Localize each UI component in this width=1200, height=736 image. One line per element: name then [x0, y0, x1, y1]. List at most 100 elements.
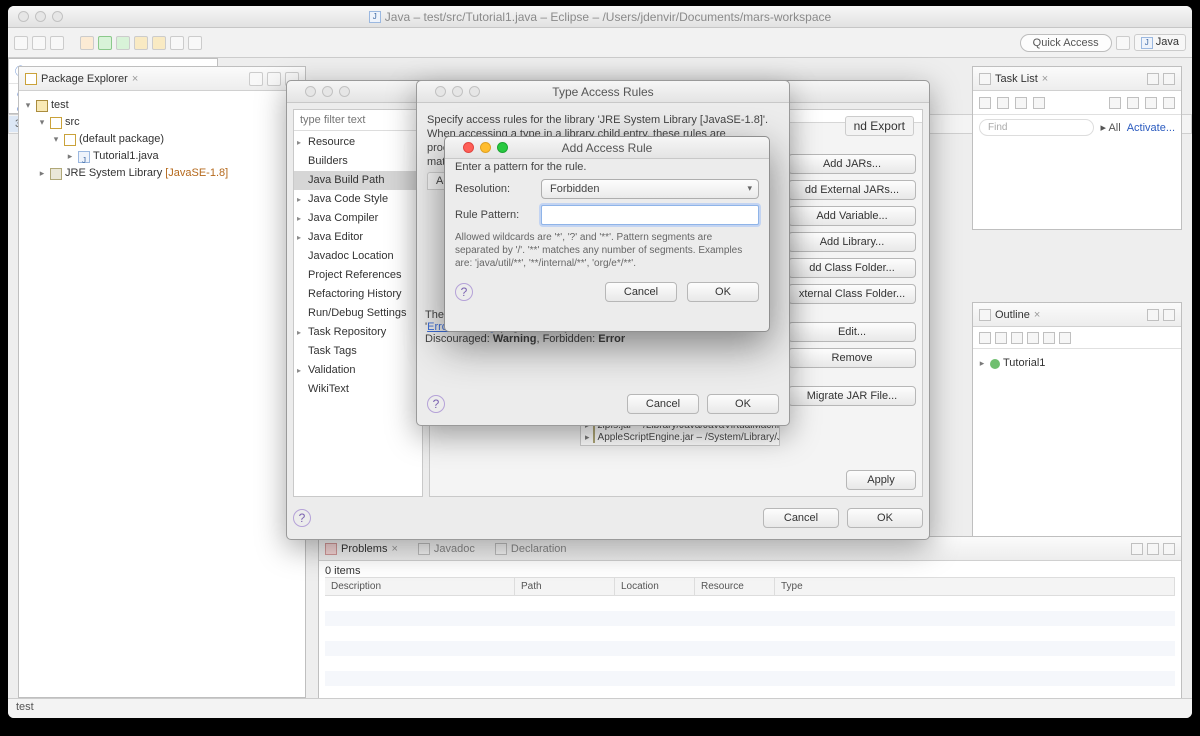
declaration-tab[interactable]: Declaration	[511, 543, 567, 555]
sync-icon[interactable]	[1033, 97, 1045, 109]
ok-button[interactable]: OK	[687, 282, 759, 302]
collapse-all-icon[interactable]	[249, 72, 263, 86]
new-task-icon[interactable]	[979, 97, 991, 109]
outline-class-node[interactable]: ▸Tutorial1	[977, 355, 1177, 372]
quick-access-field[interactable]: Quick Access	[1020, 34, 1112, 52]
hide-nonpublic-icon[interactable]	[1027, 332, 1039, 344]
hide-static-icon[interactable]	[1011, 332, 1023, 344]
minimize-icon[interactable]	[452, 86, 463, 97]
maximize-icon[interactable]	[1163, 73, 1175, 85]
cancel-button[interactable]: Cancel	[627, 394, 699, 414]
sort-icon[interactable]	[979, 332, 991, 344]
debug-icon[interactable]	[80, 36, 94, 50]
save-icon[interactable]	[32, 36, 46, 50]
filter-icon[interactable]	[1109, 97, 1121, 109]
property-category-java-compiler[interactable]: Java Compiler	[294, 209, 422, 228]
search-icon[interactable]	[188, 36, 202, 50]
close-icon[interactable]	[463, 142, 474, 153]
filter-input[interactable]	[294, 110, 422, 131]
run-icon[interactable]	[98, 36, 112, 50]
edit-button[interactable]: Edit...	[788, 322, 916, 342]
add-jars-button[interactable]: Add JARs...	[788, 154, 916, 174]
new-package-icon[interactable]	[134, 36, 148, 50]
link-editor-icon[interactable]	[267, 72, 281, 86]
add-variable-button[interactable]: Add Variable...	[788, 206, 916, 226]
run-last-icon[interactable]	[116, 36, 130, 50]
minimize-icon[interactable]	[480, 142, 491, 153]
minimize-icon[interactable]	[1147, 543, 1159, 555]
open-type-icon[interactable]	[170, 36, 184, 50]
close-icon[interactable]	[435, 86, 446, 97]
hide-local-icon[interactable]	[1043, 332, 1055, 344]
project-node[interactable]: ▾test	[23, 97, 301, 114]
categorize-icon[interactable]	[997, 97, 1009, 109]
presentation-icon[interactable]	[1163, 97, 1175, 109]
show-all-link[interactable]: ▸ All	[1100, 121, 1120, 134]
property-category-project-references[interactable]: Project References	[294, 266, 422, 285]
add-external-jars-button[interactable]: dd External JARs...	[788, 180, 916, 200]
task-find-input[interactable]: Find	[979, 119, 1094, 136]
property-category-resource[interactable]: Resource	[294, 133, 422, 152]
zoom-icon[interactable]	[469, 86, 480, 97]
remove-button[interactable]: Remove	[788, 348, 916, 368]
migrate-jar-button[interactable]: Migrate JAR File...	[788, 386, 916, 406]
hide-fields-icon[interactable]	[995, 332, 1007, 344]
package-node[interactable]: ▾(default package)	[23, 131, 301, 148]
ok-button[interactable]: OK	[707, 394, 779, 414]
close-icon[interactable]	[305, 86, 316, 97]
apply-button[interactable]: Apply	[846, 470, 916, 490]
new-icon[interactable]	[14, 36, 28, 50]
new-class-icon[interactable]	[152, 36, 166, 50]
close-icon[interactable]: ×	[1042, 73, 1048, 85]
close-icon[interactable]: ×	[1034, 309, 1040, 321]
view-menu-icon[interactable]	[1131, 543, 1143, 555]
java-perspective-button[interactable]: J Java	[1134, 34, 1186, 51]
add-library-button[interactable]: Add Library...	[788, 232, 916, 252]
open-perspective-icon[interactable]	[1116, 36, 1130, 50]
property-category-java-build-path[interactable]: Java Build Path	[294, 171, 422, 190]
cancel-button[interactable]: Cancel	[763, 508, 839, 528]
resolution-select[interactable]: Forbidden	[541, 179, 759, 199]
column-type[interactable]: Type	[775, 578, 1175, 595]
property-category-task-tags[interactable]: Task Tags	[294, 342, 422, 361]
help-icon[interactable]: ?	[455, 283, 473, 301]
cancel-button[interactable]: Cancel	[605, 282, 677, 302]
collapse-icon[interactable]	[1145, 97, 1157, 109]
close-icon[interactable]: ×	[391, 543, 397, 555]
problems-tab[interactable]: Problems	[341, 543, 387, 555]
help-icon[interactable]: ?	[293, 509, 311, 527]
property-category-refactoring-history[interactable]: Refactoring History	[294, 285, 422, 304]
property-category-validation[interactable]: Validation	[294, 361, 422, 380]
column-description[interactable]: Description	[325, 578, 515, 595]
minimize-icon[interactable]	[1147, 73, 1159, 85]
property-category-builders[interactable]: Builders	[294, 152, 422, 171]
minimize-icon[interactable]	[1147, 309, 1159, 321]
javadoc-tab[interactable]: Javadoc	[434, 543, 475, 555]
activate-link[interactable]: Activate...	[1127, 122, 1175, 134]
ok-button[interactable]: OK	[847, 508, 923, 528]
order-export-tab[interactable]: nd Export	[845, 116, 914, 136]
save-all-icon[interactable]	[50, 36, 64, 50]
close-icon[interactable]: ×	[132, 73, 138, 85]
jre-library-node[interactable]: ▸JRE System Library [JavaSE-1.8]	[23, 165, 301, 182]
column-location[interactable]: Location	[615, 578, 695, 595]
schedule-icon[interactable]	[1015, 97, 1027, 109]
column-resource[interactable]: Resource	[695, 578, 775, 595]
rule-pattern-input[interactable]	[541, 205, 759, 225]
zoom-icon[interactable]	[497, 142, 508, 153]
zoom-icon[interactable]	[339, 86, 350, 97]
focus-icon[interactable]	[1059, 332, 1071, 344]
help-icon[interactable]: ?	[427, 395, 445, 413]
java-file-node[interactable]: ▸JTutorial1.java	[23, 148, 301, 165]
maximize-icon[interactable]	[1163, 543, 1175, 555]
property-category-wikitext[interactable]: WikiText	[294, 380, 422, 399]
maximize-icon[interactable]	[1163, 309, 1175, 321]
hide-icon[interactable]	[1127, 97, 1139, 109]
src-folder-node[interactable]: ▾src	[23, 114, 301, 131]
column-path[interactable]: Path	[515, 578, 615, 595]
minimize-icon[interactable]	[322, 86, 333, 97]
property-category-java-editor[interactable]: Java Editor	[294, 228, 422, 247]
add-external-class-folder-button[interactable]: xternal Class Folder...	[788, 284, 916, 304]
property-category-java-code-style[interactable]: Java Code Style	[294, 190, 422, 209]
property-category-task-repository[interactable]: Task Repository	[294, 323, 422, 342]
